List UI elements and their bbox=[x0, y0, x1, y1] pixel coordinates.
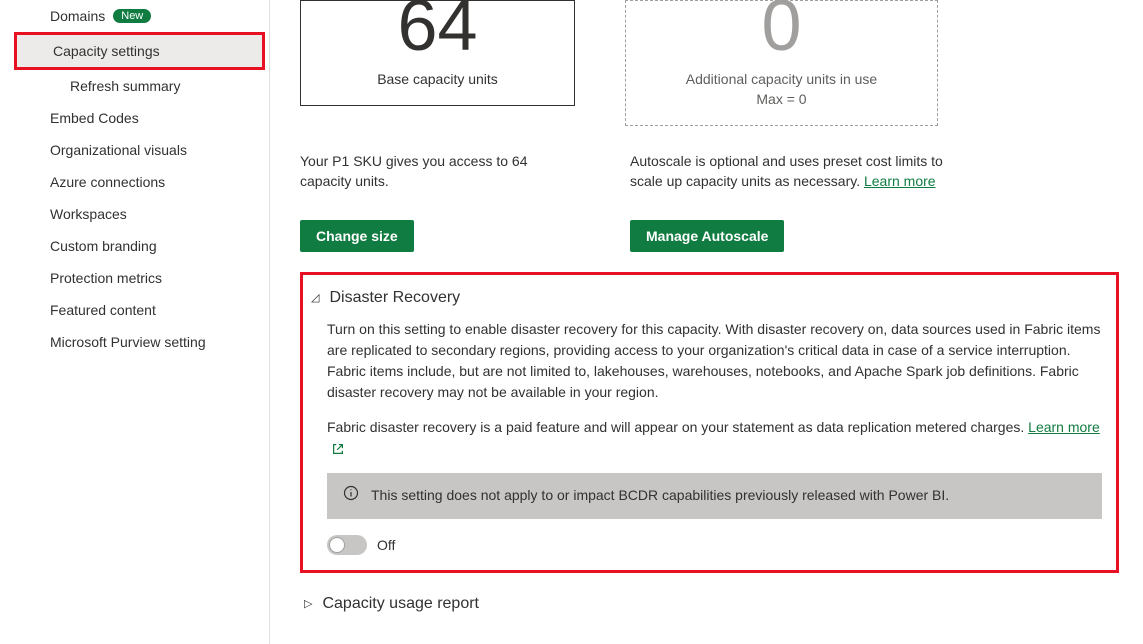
sidebar-item-custom-branding[interactable]: Custom branding bbox=[0, 230, 269, 262]
expand-icon: ▷ bbox=[304, 597, 312, 610]
sidebar-item-embed-codes[interactable]: Embed Codes bbox=[0, 102, 269, 134]
autoscale-description: Autoscale is optional and uses preset co… bbox=[630, 152, 943, 191]
disaster-recovery-section: ◿ Disaster Recovery Turn on this setting… bbox=[300, 272, 1119, 573]
sidebar-item-label: Refresh summary bbox=[70, 78, 180, 94]
sidebar-item-label: Capacity settings bbox=[53, 43, 160, 59]
additional-capacity-label: Additional capacity units in use bbox=[646, 71, 917, 87]
notifications-header[interactable]: ▷ Notifications bbox=[300, 639, 1123, 644]
disaster-recovery-description: Turn on this setting to enable disaster … bbox=[327, 319, 1102, 403]
info-icon bbox=[343, 485, 359, 507]
additional-capacity-sub: Max = 0 bbox=[646, 91, 917, 107]
dr-info-bar: This setting does not apply to or impact… bbox=[327, 473, 1102, 519]
sidebar-item-label: Azure connections bbox=[50, 174, 165, 190]
base-capacity-card: 64 Base capacity units bbox=[300, 0, 575, 106]
sidebar-item-refresh-summary[interactable]: Refresh summary bbox=[0, 70, 269, 102]
disaster-recovery-header[interactable]: ◿ Disaster Recovery bbox=[307, 289, 1102, 307]
autoscale-learn-more-link[interactable]: Learn more bbox=[864, 173, 936, 189]
sidebar-item-azure-connections[interactable]: Azure connections bbox=[0, 166, 269, 198]
new-badge: New bbox=[113, 9, 151, 23]
base-capacity-column: Your P1 SKU gives you access to 64 capac… bbox=[300, 152, 580, 251]
additional-capacity-card: 0 Additional capacity units in use Max =… bbox=[625, 0, 938, 126]
settings-sidebar: Domains New Capacity settings Refresh su… bbox=[0, 0, 270, 644]
base-capacity-description: Your P1 SKU gives you access to 64 capac… bbox=[300, 152, 580, 191]
sidebar-item-capacity-settings[interactable]: Capacity settings bbox=[17, 35, 262, 67]
external-link-icon bbox=[331, 442, 345, 456]
capacity-usage-section: ▷ Capacity usage report bbox=[300, 579, 1123, 629]
main-content: 64 Base capacity units 0 Additional capa… bbox=[270, 0, 1143, 644]
autoscale-column: Autoscale is optional and uses preset co… bbox=[630, 152, 943, 251]
dr-toggle[interactable] bbox=[327, 535, 367, 555]
sidebar-item-featured-content[interactable]: Featured content bbox=[0, 294, 269, 326]
dr-toggle-row: Off bbox=[327, 535, 1102, 556]
capacity-descriptions: Your P1 SKU gives you access to 64 capac… bbox=[300, 152, 1123, 251]
collapse-icon: ◿ bbox=[311, 291, 319, 304]
sidebar-item-workspaces[interactable]: Workspaces bbox=[0, 198, 269, 230]
capacity-usage-header[interactable]: ▷ Capacity usage report bbox=[300, 589, 1123, 619]
manage-autoscale-button[interactable]: Manage Autoscale bbox=[630, 220, 784, 252]
section-title: Disaster Recovery bbox=[329, 289, 460, 307]
sidebar-item-org-visuals[interactable]: Organizational visuals bbox=[0, 134, 269, 166]
additional-capacity-value: 0 bbox=[646, 1, 917, 51]
sidebar-item-label: Domains bbox=[50, 8, 105, 24]
sidebar-item-label: Organizational visuals bbox=[50, 142, 187, 158]
sidebar-item-protection-metrics[interactable]: Protection metrics bbox=[0, 262, 269, 294]
disaster-recovery-pricing: Fabric disaster recovery is a paid featu… bbox=[327, 417, 1102, 459]
sidebar-item-purview-setting[interactable]: Microsoft Purview setting bbox=[0, 326, 269, 358]
sidebar-item-label: Workspaces bbox=[50, 206, 127, 222]
highlight-capacity-settings: Capacity settings bbox=[14, 32, 265, 70]
notifications-section: ▷ Notifications bbox=[300, 629, 1123, 644]
base-capacity-label: Base capacity units bbox=[321, 71, 554, 87]
sidebar-item-label: Embed Codes bbox=[50, 110, 139, 126]
capacity-cards-row: 64 Base capacity units 0 Additional capa… bbox=[300, 0, 1123, 126]
sidebar-item-domains[interactable]: Domains New bbox=[0, 0, 269, 32]
dr-info-text: This setting does not apply to or impact… bbox=[371, 485, 949, 506]
base-capacity-value: 64 bbox=[321, 1, 554, 51]
sidebar-item-label: Protection metrics bbox=[50, 270, 162, 286]
section-title: Capacity usage report bbox=[322, 595, 479, 613]
change-size-button[interactable]: Change size bbox=[300, 220, 414, 252]
dr-toggle-label: Off bbox=[377, 535, 395, 556]
sidebar-item-label: Microsoft Purview setting bbox=[50, 334, 206, 350]
dr-learn-more-link[interactable]: Learn more bbox=[1028, 419, 1100, 435]
disaster-recovery-body: Turn on this setting to enable disaster … bbox=[307, 307, 1102, 556]
sidebar-item-label: Featured content bbox=[50, 302, 156, 318]
sidebar-item-label: Custom branding bbox=[50, 238, 157, 254]
toggle-knob bbox=[329, 537, 345, 553]
